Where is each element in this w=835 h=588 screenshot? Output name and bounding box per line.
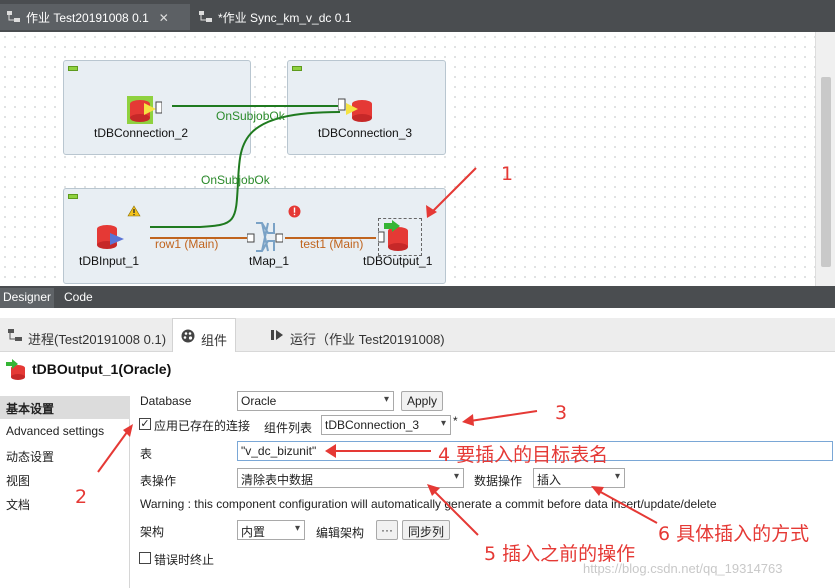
watermark: https://blog.csdn.net/qq_19314763 bbox=[583, 561, 783, 576]
annotation-2: 2 bbox=[75, 486, 88, 508]
annotation-6: 6 具体插入的方式 bbox=[658, 523, 810, 545]
annotation-arrows bbox=[97, 410, 658, 536]
annotation-4: 4 要插入的目标表名 bbox=[438, 444, 609, 466]
annotation-3: 3 bbox=[555, 402, 568, 424]
